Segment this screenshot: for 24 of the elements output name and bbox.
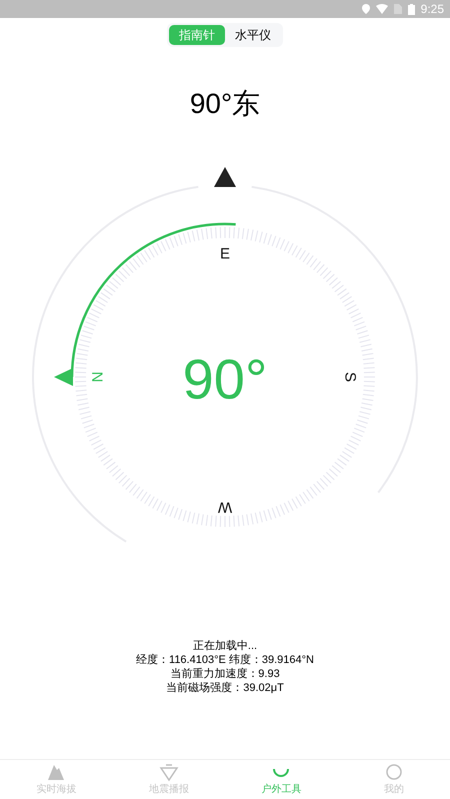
pointer-icon [214, 167, 236, 187]
direction-label: W [218, 498, 232, 516]
tab[interactable]: 指南针 [169, 25, 225, 45]
clock: 9:25 [420, 1, 444, 18]
direction-label: E [220, 246, 230, 262]
info-text: 经度：116.4103°E 纬度：39.9164°N [136, 653, 314, 667]
nav-tab[interactable]: 户外工具 [225, 760, 338, 799]
sim-icon [394, 4, 402, 14]
degree-readout: 90° [182, 348, 268, 410]
nav-tab[interactable]: 我的 [338, 760, 450, 799]
info-text: 正在加载中... [192, 639, 258, 653]
nav-tab[interactable]: 地震播报 [112, 760, 225, 799]
funnel-icon [158, 762, 180, 782]
battery-icon [408, 4, 415, 14]
info-text: 当前磁场强度：39.02μT [166, 681, 284, 695]
heading-text: 90°东 [190, 87, 260, 121]
tab[interactable]: 水平仪 [225, 25, 281, 45]
direction-label: N [90, 372, 106, 382]
location-icon [362, 4, 370, 14]
direction-label: S [342, 372, 358, 382]
curve-icon [273, 768, 290, 776]
wifi-icon [376, 4, 388, 14]
nav-tab[interactable]: 实时海拔 [0, 760, 112, 799]
info-text: 当前重力加速度：9.93 [170, 667, 280, 681]
